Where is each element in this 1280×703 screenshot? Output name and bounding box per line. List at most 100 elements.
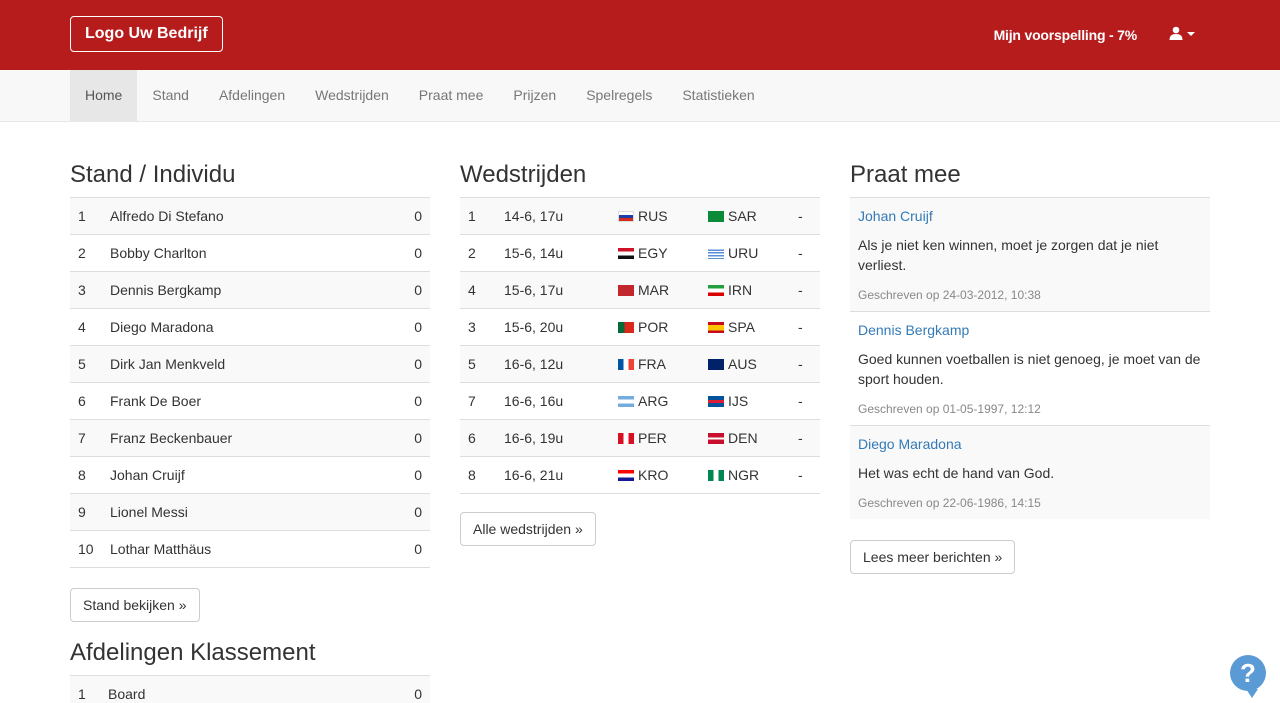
- post-timestamp: Geschreven op 24-03-2012, 10:38: [858, 288, 1041, 302]
- flag-sar-icon: [708, 210, 724, 222]
- nav-item-prijzen[interactable]: Prijzen: [498, 70, 571, 121]
- away-team-code: DEN: [728, 430, 758, 446]
- user-menu[interactable]: [1169, 26, 1195, 40]
- table-row[interactable]: 4 Diego Maradona 0: [70, 309, 430, 346]
- nav-item-afdelingen[interactable]: Afdelingen: [204, 70, 300, 121]
- match-date: 16-6, 16u: [504, 393, 564, 409]
- match-date: 16-6, 12u: [504, 356, 564, 372]
- match-row[interactable]: 7 16-6, 16u ARG IJS -: [460, 383, 820, 420]
- match-number: 2: [468, 245, 476, 261]
- flag-por-icon: [618, 321, 634, 333]
- nav-item-stand[interactable]: Stand: [137, 70, 204, 121]
- main-navbar: Home Stand Afdelingen Wedstrijden Praat …: [0, 70, 1280, 122]
- table-row[interactable]: 2 Bobby Charlton 0: [70, 235, 430, 272]
- points: 0: [414, 208, 422, 224]
- post-author[interactable]: Dennis Bergkamp: [858, 320, 1202, 340]
- match-score: -: [798, 467, 803, 483]
- post-author[interactable]: Johan Cruijf: [858, 206, 1202, 226]
- all-matches-button[interactable]: Alle wedstrijden »: [460, 512, 596, 546]
- home-team-code: EGY: [638, 245, 668, 261]
- home-team: EGY: [618, 245, 708, 261]
- match-date: 15-6, 20u: [504, 319, 564, 335]
- flag-fra-icon: [618, 358, 634, 370]
- table-row[interactable]: 8 Johan Cruijf 0: [70, 457, 430, 494]
- post-author[interactable]: Diego Maradona: [858, 434, 1202, 454]
- match-score: -: [798, 282, 803, 298]
- match-row[interactable]: 8 16-6, 21u KRO NGR -: [460, 457, 820, 494]
- read-more-messages-button[interactable]: Lees meer berichten »: [850, 540, 1016, 574]
- table-row[interactable]: 9 Lionel Messi 0: [70, 494, 430, 531]
- nav-item-spelregels[interactable]: Spelregels: [571, 70, 667, 121]
- logo-button[interactable]: Logo Uw Bedrijf: [70, 16, 223, 52]
- table-row[interactable]: 1 Board 0: [70, 676, 430, 703]
- departments-table: 1 Board 0: [70, 676, 430, 703]
- flag-ngr-icon: [708, 469, 724, 481]
- away-team: IRN: [708, 282, 798, 298]
- flag-per-icon: [618, 432, 634, 444]
- away-team-code: AUS: [728, 356, 757, 372]
- table-row[interactable]: 1 Alfredo Di Stefano 0: [70, 198, 430, 235]
- table-row[interactable]: 5 Dirk Jan Menkveld 0: [70, 346, 430, 383]
- user-icon: [1169, 26, 1183, 40]
- table-row[interactable]: 3 Dennis Bergkamp 0: [70, 272, 430, 309]
- match-row[interactable]: 1 14-6, 17u RUS SAR -: [460, 198, 820, 235]
- top-bar: Logo Uw Bedrijf Mijn voorspelling - 7%: [0, 0, 1280, 70]
- player-name: Diego Maradona: [110, 319, 214, 335]
- flag-ijs-icon: [708, 395, 724, 407]
- rank: 5: [78, 356, 86, 372]
- chat-post: Dennis Bergkamp Goed kunnen voetballen i…: [850, 312, 1210, 426]
- home-team-code: PER: [638, 430, 667, 446]
- nav-item-statistieken[interactable]: Statistieken: [667, 70, 769, 121]
- flag-arg-icon: [618, 395, 634, 407]
- away-team: SAR: [708, 208, 798, 224]
- home-team-code: MAR: [638, 282, 670, 298]
- post-timestamp: Geschreven op 01-05-1997, 12:12: [858, 402, 1041, 416]
- points: 0: [414, 467, 422, 483]
- nav-item-wedstrijden[interactable]: Wedstrijden: [300, 70, 404, 121]
- rank: 1: [78, 686, 86, 702]
- rank: 4: [78, 319, 86, 335]
- away-team: AUS: [708, 356, 798, 372]
- table-row[interactable]: 7 Franz Beckenbauer 0: [70, 420, 430, 457]
- away-team-code: SPA: [728, 319, 755, 335]
- flag-mar-icon: [618, 284, 634, 296]
- match-score: -: [798, 430, 803, 446]
- my-prediction-link[interactable]: Mijn voorspelling - 7%: [994, 27, 1138, 43]
- home-team: PER: [618, 430, 708, 446]
- nav-menu: Home Stand Afdelingen Wedstrijden Praat …: [70, 70, 770, 121]
- player-name: Frank De Boer: [110, 393, 202, 409]
- flag-spa-icon: [708, 321, 724, 333]
- match-row[interactable]: 5 16-6, 12u FRA AUS -: [460, 346, 820, 383]
- departments-title: Afdelingen Klassement: [70, 638, 430, 676]
- rank: 6: [78, 393, 86, 409]
- match-row[interactable]: 2 15-6, 14u EGY URU -: [460, 235, 820, 272]
- flag-kro-icon: [618, 469, 634, 481]
- help-icon[interactable]: ?: [1230, 655, 1266, 698]
- flag-aus-icon: [708, 358, 724, 370]
- player-name: Dirk Jan Menkveld: [110, 356, 226, 372]
- table-row[interactable]: 10 Lothar Matthäus 0: [70, 531, 430, 568]
- chevron-down-icon: [1187, 32, 1195, 36]
- away-team: DEN: [708, 430, 798, 446]
- match-number: 7: [468, 393, 476, 409]
- nav-item-praat-mee[interactable]: Praat mee: [404, 70, 499, 121]
- view-standings-button[interactable]: Stand bekijken »: [70, 588, 200, 622]
- chat-post: Diego Maradona Het was echt de hand van …: [850, 426, 1210, 519]
- post-timestamp: Geschreven op 22-06-1986, 14:15: [858, 496, 1041, 510]
- player-name: Franz Beckenbauer: [110, 430, 233, 446]
- home-team: MAR: [618, 282, 708, 298]
- match-row[interactable]: 6 16-6, 19u PER DEN -: [460, 420, 820, 457]
- match-score: -: [798, 319, 803, 335]
- player-name: Alfredo Di Stefano: [110, 208, 224, 224]
- flag-uru-icon: [708, 247, 724, 259]
- match-row[interactable]: 3 15-6, 20u POR SPA -: [460, 309, 820, 346]
- home-team: FRA: [618, 356, 708, 372]
- rank: 8: [78, 467, 86, 483]
- points: 0: [414, 245, 422, 261]
- match-row[interactable]: 4 15-6, 17u MAR IRN -: [460, 272, 820, 309]
- match-number: 6: [468, 430, 476, 446]
- table-row[interactable]: 6 Frank De Boer 0: [70, 383, 430, 420]
- nav-item-home[interactable]: Home: [70, 70, 138, 121]
- post-text: Goed kunnen voetballen is niet genoeg, j…: [858, 351, 1201, 387]
- flag-rus-icon: [618, 210, 634, 222]
